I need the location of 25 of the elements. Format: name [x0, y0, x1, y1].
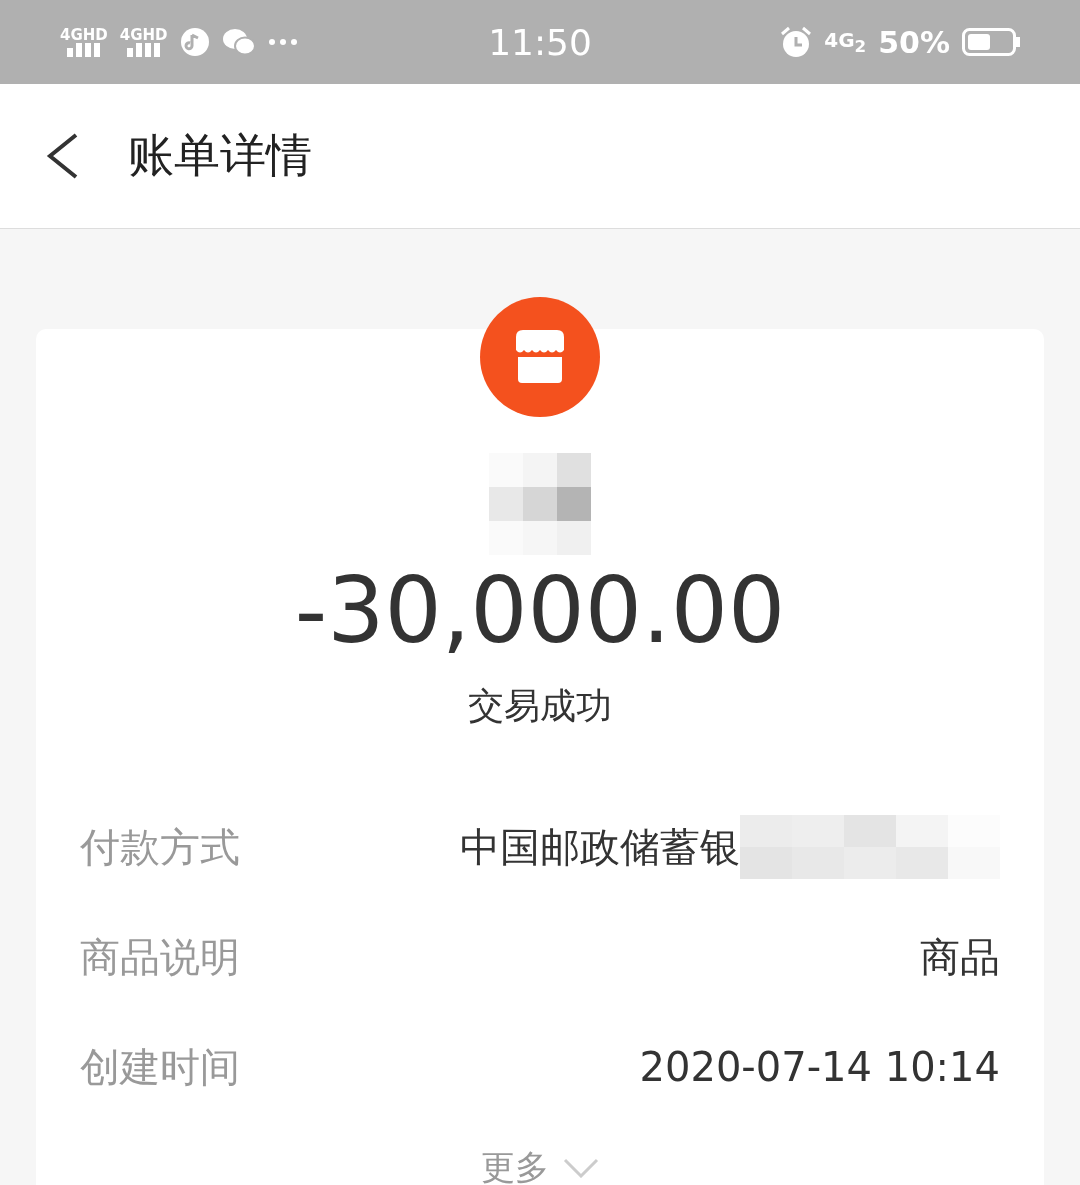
back-button[interactable] [44, 132, 80, 180]
battery-percent: 50% [878, 24, 950, 60]
signal-icon [66, 42, 101, 57]
row-label: 商品说明 [80, 932, 240, 982]
alarm-icon [780, 26, 813, 58]
row-value: 2020-07-14 10:14 [639, 1044, 1000, 1090]
chevron-down-icon [563, 1158, 599, 1178]
row-label: 付款方式 [80, 822, 240, 872]
chat-icon [221, 27, 256, 57]
signal-icon [126, 42, 161, 57]
more-icon [267, 38, 298, 46]
more-link[interactable]: 更多 [481, 1145, 549, 1185]
row-label: 创建时间 [80, 1042, 240, 1092]
battery-icon [962, 28, 1020, 56]
music-icon [179, 27, 210, 57]
row-value: 商品 [920, 932, 1000, 982]
clock-time: 11:50 [488, 21, 592, 63]
amount: -30,000.00 [294, 561, 786, 660]
back-icon [44, 132, 80, 180]
page-title: 账单详情 [128, 127, 312, 184]
row-value: 中国邮政储蓄银 [460, 822, 740, 872]
network-label: 4GHD [60, 27, 108, 43]
transaction-status: 交易成功 [468, 684, 612, 728]
network-label: 4G$_{2}$ [824, 28, 867, 56]
network-label: 4GHD [119, 27, 168, 43]
